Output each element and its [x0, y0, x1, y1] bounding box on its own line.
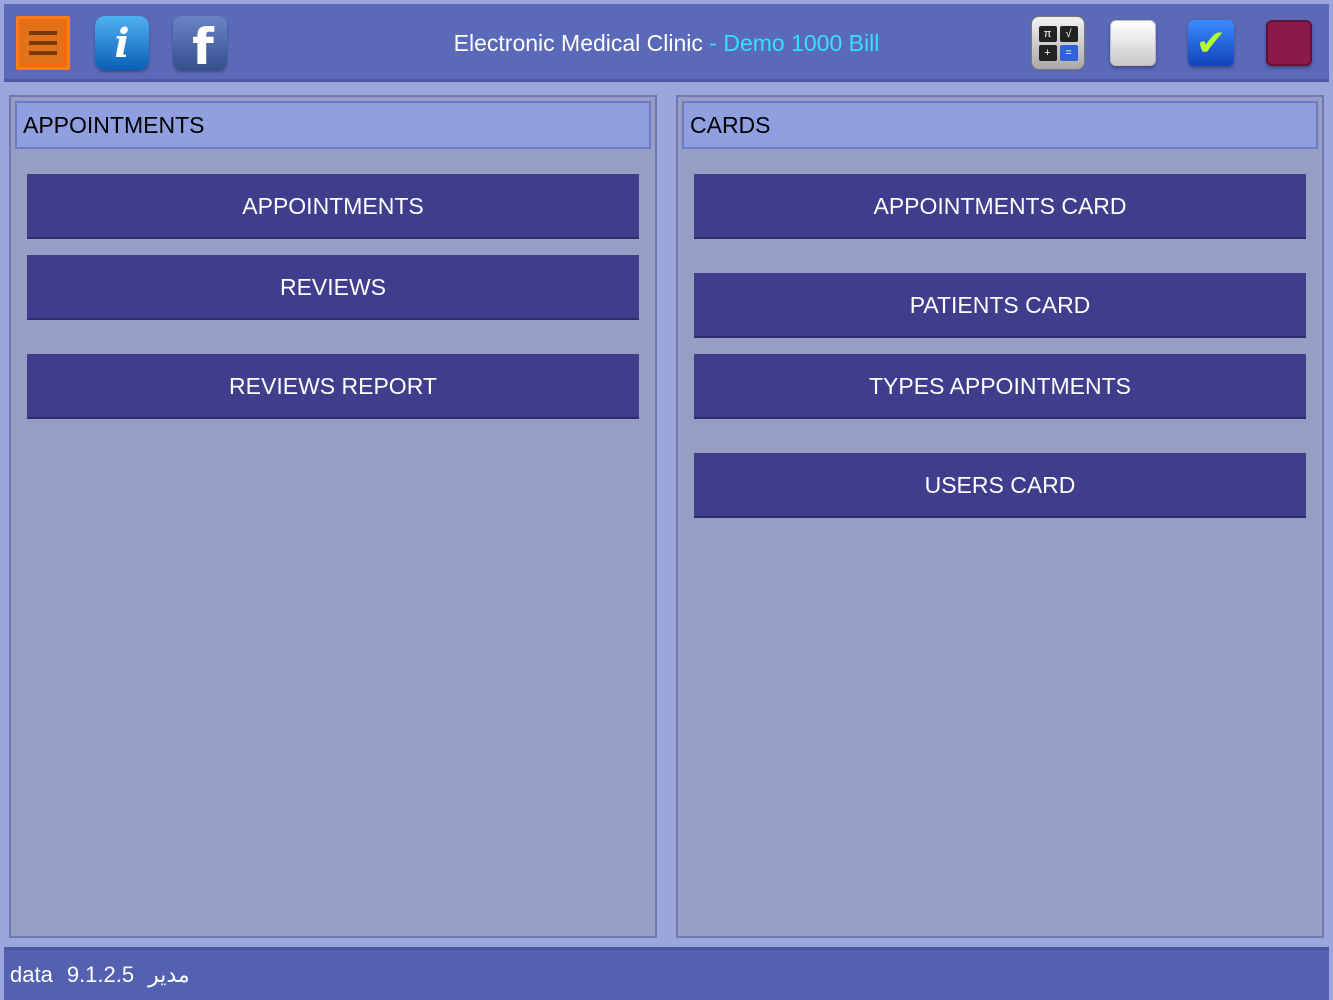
info-glyph: i	[114, 19, 130, 67]
checkmark-icon[interactable]: ✔	[1188, 20, 1234, 66]
menu-bar	[29, 51, 57, 55]
app-title: Electronic Medical Clinic - Demo 1000 Bi…	[304, 30, 1029, 57]
patients-card-button[interactable]: PATIENTS CARD	[694, 273, 1306, 338]
types-appointments-button[interactable]: TYPES APPOINTMENTS	[694, 354, 1306, 419]
cards-panel: CARDS APPOINTMENTS CARD PATIENTS CARD TY…	[676, 95, 1324, 938]
menu-bar	[29, 41, 57, 45]
reviews-button[interactable]: REVIEWS	[27, 255, 639, 320]
app-title-demo: Demo 1000 Bill	[723, 30, 880, 56]
appointments-panel: APPOINTMENTS APPOINTMENTS REVIEWS REVIEW…	[9, 95, 657, 938]
facebook-icon[interactable]: f	[173, 16, 227, 70]
calc-key-sqrt: √	[1059, 25, 1078, 42]
calc-key-plus: +	[1038, 44, 1057, 61]
reviews-report-button[interactable]: REVIEWS REPORT	[27, 354, 639, 419]
info-icon[interactable]: i	[95, 16, 149, 70]
status-bar: data 9.1.2.5 مدير	[4, 947, 1329, 1000]
appointments-card-button[interactable]: APPOINTMENTS CARD	[694, 174, 1306, 239]
calc-key-equals: =	[1059, 44, 1078, 61]
version-number: 9.1.2.5	[66, 962, 135, 987]
appointments-panel-header: APPOINTMENTS	[15, 101, 651, 149]
app-title-sep: -	[702, 30, 724, 56]
database-name: data	[10, 962, 53, 987]
app-title-main: Electronic Medical Clinic	[453, 30, 703, 56]
user-role: مدير	[148, 962, 190, 987]
facebook-glyph: f	[192, 18, 214, 70]
appointments-button[interactable]: APPOINTMENTS	[27, 174, 639, 239]
blank-square-icon[interactable]	[1110, 20, 1156, 66]
cards-panel-header: CARDS	[682, 101, 1318, 149]
menu-bar	[29, 31, 57, 35]
calc-key-pi: π	[1038, 25, 1057, 42]
calculator-icon[interactable]: π √ + =	[1031, 16, 1085, 70]
menu-icon[interactable]	[16, 16, 70, 70]
check-glyph: ✔	[1195, 22, 1227, 63]
users-card-button[interactable]: USERS CARD	[694, 453, 1306, 518]
red-square-icon[interactable]	[1266, 20, 1312, 66]
top-bar: i f Electronic Medical Clinic - Demo 100…	[4, 4, 1329, 82]
